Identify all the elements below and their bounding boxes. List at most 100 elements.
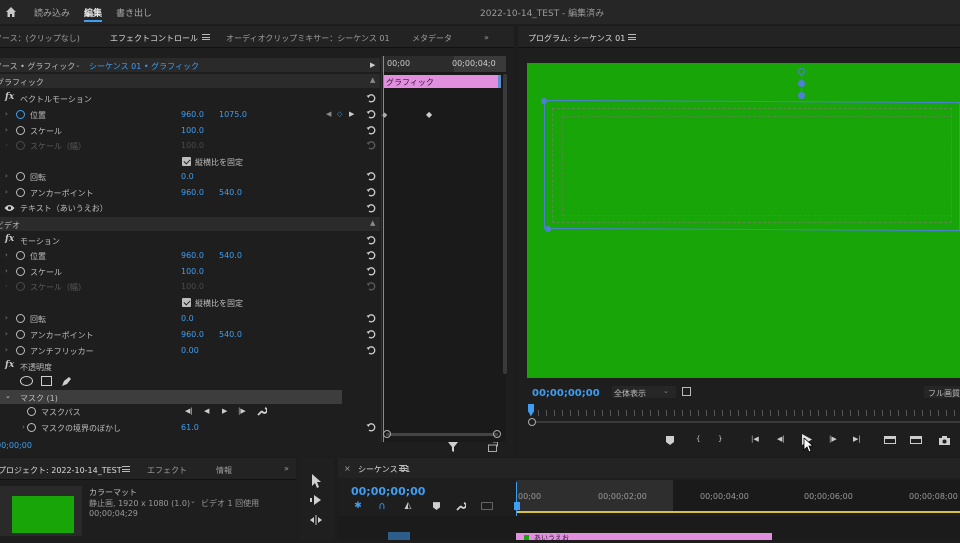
mini-zoom-bar[interactable] <box>386 433 498 436</box>
more-tabs-icon[interactable]: » <box>284 464 289 473</box>
track-select-icon[interactable] <box>309 494 323 506</box>
expand-icon[interactable]: › <box>5 251 8 259</box>
scale-value[interactable]: 100.0 <box>181 126 204 135</box>
collapse-icon[interactable]: ⌄ <box>5 392 11 400</box>
expand-icon[interactable]: › <box>5 346 8 354</box>
wrench-icon[interactable] <box>256 405 268 417</box>
tab-source[interactable]: ソース：(クリップなし) <box>0 33 80 44</box>
m-rotation-value[interactable]: 0.0 <box>181 314 194 323</box>
track-back-one-icon[interactable]: ◀ <box>204 407 209 415</box>
pen-mask-icon[interactable] <box>60 375 72 387</box>
tab-audio-mixer[interactable]: オーディオクリップミキサー：シーケンス 01 <box>226 33 390 44</box>
extract-icon[interactable] <box>910 436 922 444</box>
chevron-down-icon[interactable]: ⌄ <box>75 61 81 69</box>
reset-icon[interactable] <box>366 250 376 260</box>
edit-tab[interactable]: 編集 <box>84 6 102 19</box>
expand-icon[interactable]: › <box>5 188 8 196</box>
anchor-x[interactable]: 960.0 <box>181 188 204 197</box>
reset-icon[interactable] <box>366 345 376 355</box>
mini-scrollbar[interactable] <box>503 74 507 374</box>
chevron-down-icon[interactable]: ⌄ <box>663 387 669 395</box>
zoom-handle-right[interactable] <box>493 430 501 438</box>
uniform-scale-checkbox[interactable] <box>182 157 191 166</box>
hamburger-icon[interactable] <box>122 466 130 472</box>
m-anchor-x[interactable]: 960.0 <box>181 330 204 339</box>
step-forward-icon[interactable]: |▶ <box>829 435 837 443</box>
mask-feather-value[interactable]: 61.0 <box>181 423 199 432</box>
stopwatch-icon[interactable] <box>16 267 25 276</box>
stopwatch-icon[interactable] <box>27 407 36 416</box>
track-header[interactable] <box>388 532 410 540</box>
camera-icon[interactable] <box>938 434 950 446</box>
go-to-out-icon[interactable]: ▶| <box>853 435 861 443</box>
transform-handle-top-left[interactable] <box>541 98 547 104</box>
program-scrub-bar[interactable] <box>530 410 960 416</box>
marker-icon[interactable] <box>664 434 676 446</box>
position-y[interactable]: 1075.0 <box>219 110 247 119</box>
sequence-dropdown[interactable]: シーケンス 01 • グラフィック <box>89 61 199 72</box>
reset-icon[interactable] <box>366 329 376 339</box>
expand-icon[interactable]: › <box>5 267 8 275</box>
rectangle-mask-icon[interactable] <box>41 376 52 386</box>
lift-icon[interactable] <box>884 436 896 444</box>
effect-bottom-timecode[interactable]: 00;00;00 <box>0 441 32 450</box>
fx-icon[interactable]: fx <box>5 92 14 102</box>
expand-icon[interactable]: › <box>5 172 8 180</box>
import-tab[interactable]: 読み込み <box>34 6 70 19</box>
stopwatch-icon[interactable] <box>27 423 36 432</box>
program-timecode[interactable]: 00;00;00;00 <box>532 388 600 399</box>
reset-icon[interactable] <box>366 313 376 323</box>
rotate-handle[interactable] <box>798 68 805 75</box>
anchor-handle[interactable] <box>798 80 805 87</box>
reset-icon[interactable] <box>366 422 376 432</box>
tab-program[interactable]: プログラム: シーケンス 01 <box>528 33 625 44</box>
expand-icon[interactable]: › <box>5 126 8 134</box>
step-back-icon[interactable]: ◀| <box>777 435 785 443</box>
zoom-handle-left[interactable] <box>383 430 391 438</box>
more-tabs-icon[interactable]: » <box>484 33 489 42</box>
add-keyframe-icon[interactable]: ◇ <box>337 110 342 118</box>
reset-icon[interactable] <box>366 125 376 135</box>
export-tab[interactable]: 書き出し <box>116 6 152 19</box>
project-item-name[interactable]: カラーマット <box>89 487 137 498</box>
stopwatch-icon[interactable] <box>16 110 25 119</box>
m-anchor-y[interactable]: 540.0 <box>219 330 242 339</box>
reset-icon[interactable] <box>366 171 376 181</box>
play-only-icon[interactable]: ▶ <box>370 61 375 69</box>
m-position-x[interactable]: 960.0 <box>181 251 204 260</box>
program-zoom-bar[interactable] <box>536 421 960 423</box>
fx-icon[interactable]: fx <box>5 360 14 370</box>
stopwatch-icon[interactable] <box>16 126 25 135</box>
tab-effect-controls[interactable]: エフェクトコントロール <box>110 33 198 44</box>
m-position-y[interactable]: 540.0 <box>219 251 242 260</box>
ripple-edit-icon[interactable] <box>309 514 323 526</box>
expand-icon[interactable]: › <box>5 314 8 322</box>
mini-clip-handle[interactable] <box>498 75 501 88</box>
selection-tool-icon[interactable] <box>309 473 323 489</box>
graphic-section-header[interactable] <box>0 74 380 88</box>
magnet-icon[interactable]: ∩ <box>376 500 388 512</box>
reset-icon[interactable] <box>366 266 376 276</box>
filter-icon[interactable] <box>447 441 459 453</box>
home-icon[interactable] <box>4 5 18 19</box>
tab-effects[interactable]: エフェクト <box>147 465 187 476</box>
track-back-all-icon[interactable]: ◀| <box>185 407 193 415</box>
hamburger-icon[interactable] <box>399 465 407 471</box>
collapse-icon[interactable]: ▲ <box>370 76 375 84</box>
captions-icon[interactable] <box>481 502 493 510</box>
hamburger-icon[interactable] <box>202 34 210 40</box>
track-forward-one-icon[interactable]: ▶ <box>222 407 227 415</box>
work-area-bar[interactable] <box>516 511 960 513</box>
transform-handle-bottom-left[interactable] <box>545 226 551 232</box>
chevron-down-icon[interactable]: ⌄ <box>190 497 196 505</box>
expand-icon[interactable]: › <box>22 423 25 431</box>
stopwatch-icon[interactable] <box>16 314 25 323</box>
stopwatch-icon[interactable] <box>16 188 25 197</box>
reset-icon[interactable] <box>366 235 376 245</box>
fx-icon[interactable]: fx <box>5 234 14 244</box>
eye-icon[interactable] <box>4 203 15 212</box>
export-frame-icon[interactable] <box>487 441 499 453</box>
track-forward-all-icon[interactable]: |▶ <box>238 407 246 415</box>
antiflicker-value[interactable]: 0.00 <box>181 346 199 355</box>
collapse-icon[interactable]: ▲ <box>370 219 375 227</box>
